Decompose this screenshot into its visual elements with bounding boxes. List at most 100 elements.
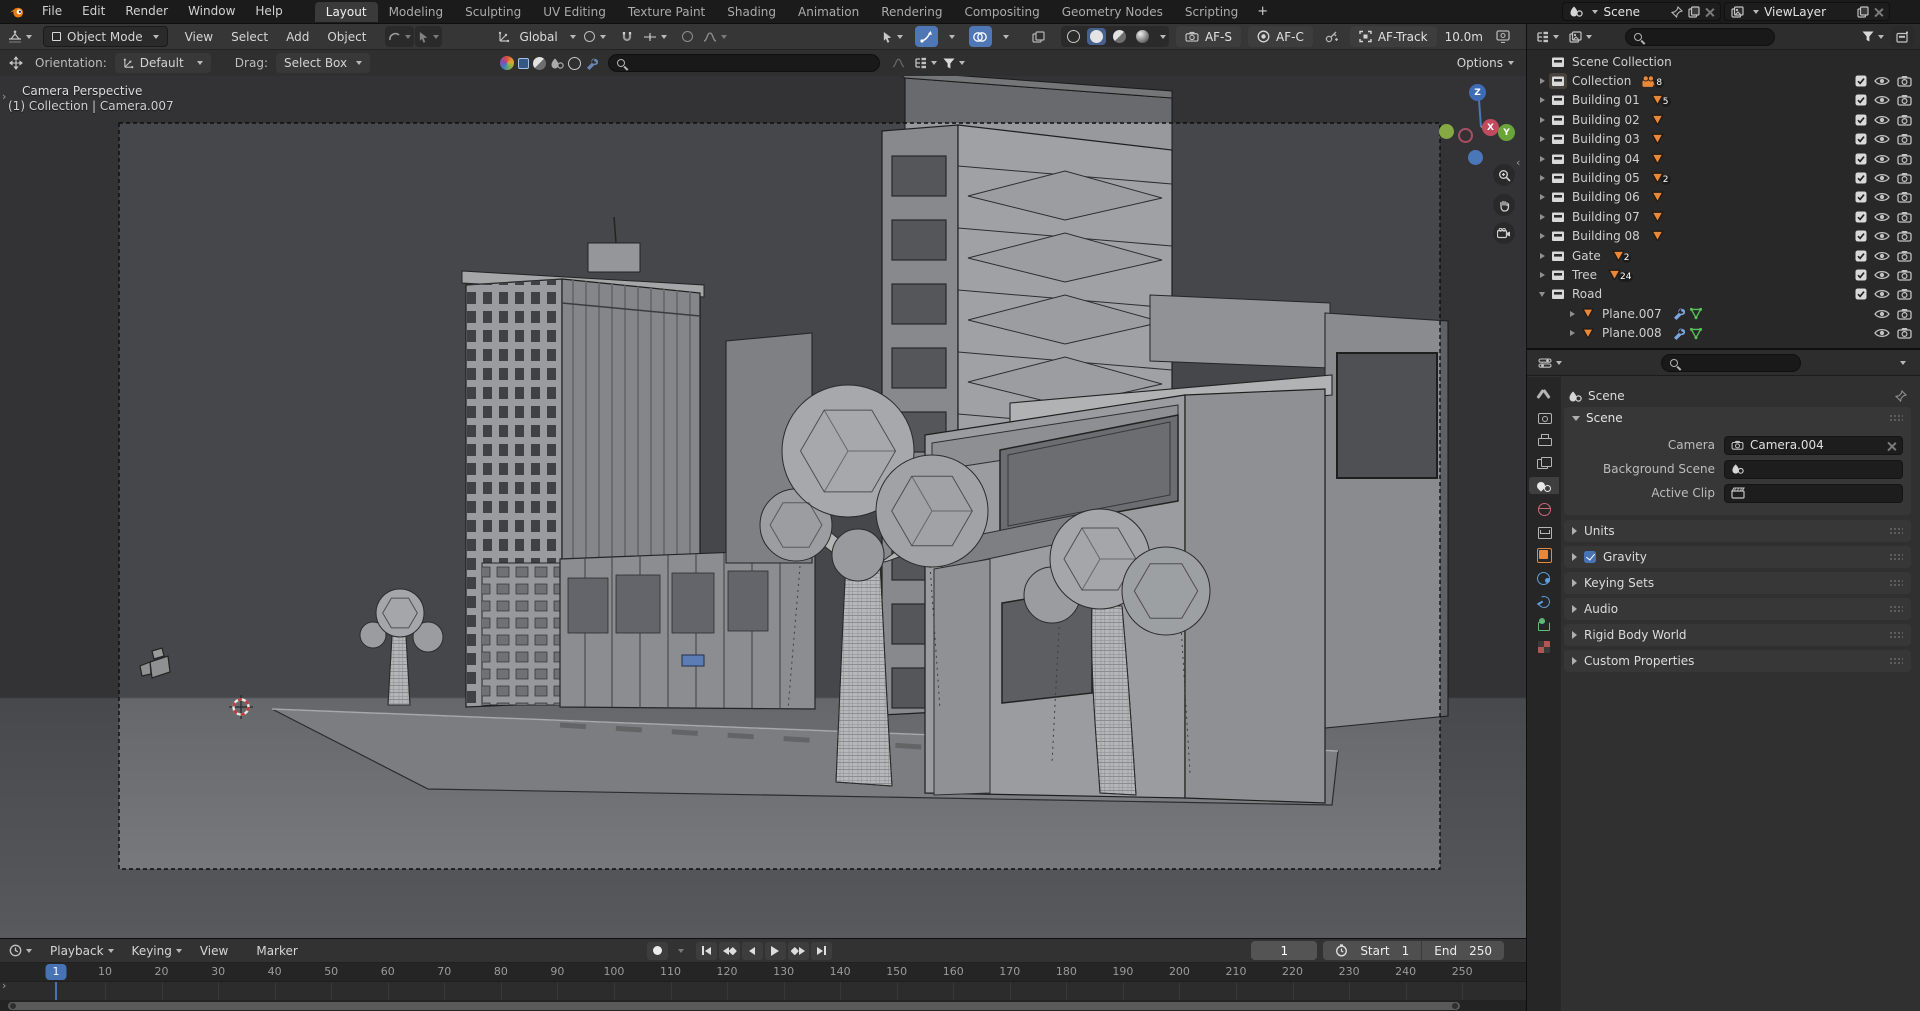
- expand-arrow-icon[interactable]: [1535, 78, 1549, 85]
- properties-section[interactable]: Gravity: [1564, 546, 1911, 568]
- play-button[interactable]: [764, 941, 786, 960]
- scene-droplets-icon[interactable]: [550, 57, 564, 70]
- expand-arrow-icon[interactable]: [1535, 252, 1549, 259]
- pivot-point-dropdown[interactable]: [583, 31, 606, 42]
- 3d-viewport[interactable]: Camera Perspective (1) Collection | Came…: [0, 76, 1526, 938]
- pan-button[interactable]: [1493, 194, 1515, 216]
- exclude-checkbox[interactable]: [1855, 114, 1867, 126]
- timeline-editor-selector[interactable]: [6, 940, 35, 961]
- drag-mode-dropdown[interactable]: Select Box: [275, 53, 371, 73]
- unlink-scene-icon[interactable]: [1705, 7, 1714, 16]
- prev-keyframe-button[interactable]: [718, 941, 740, 960]
- outliner-row[interactable]: Building 07: [1527, 207, 1920, 226]
- viewlayer-selector[interactable]: ViewLayer: [1724, 2, 1890, 21]
- outliner-filter-dropdown[interactable]: [1859, 26, 1887, 47]
- show-gizmo-dropdown[interactable]: [879, 26, 906, 47]
- exclude-checkbox[interactable]: [1855, 133, 1867, 145]
- workspace-tab[interactable]: Sculpting: [454, 2, 532, 22]
- properties-tab[interactable]: [1529, 408, 1559, 425]
- snap-toggle[interactable]: [616, 26, 639, 47]
- exclude-checkbox[interactable]: [1855, 230, 1867, 242]
- mode-selector[interactable]: Object Mode: [43, 26, 168, 47]
- properties-tab[interactable]: [1529, 477, 1559, 494]
- af-c-button[interactable]: AF-C: [1248, 26, 1313, 47]
- add-key-button[interactable]: [1320, 26, 1343, 47]
- disable-render-icon[interactable]: [1897, 172, 1912, 184]
- outliner-display-mode[interactable]: [1533, 26, 1562, 47]
- disable-render-icon[interactable]: [1897, 153, 1912, 165]
- hide-eye-icon[interactable]: [1874, 191, 1890, 203]
- expand-arrow-icon[interactable]: [1535, 233, 1549, 240]
- globe-icon[interactable]: [568, 56, 582, 70]
- expand-arrow-icon[interactable]: [1535, 271, 1549, 278]
- properties-search-input[interactable]: [1660, 353, 1801, 372]
- hide-eye-icon[interactable]: [1874, 308, 1890, 320]
- gizmo-z-axis[interactable]: Z: [1469, 84, 1486, 101]
- outliner-row[interactable]: Plane.008: [1527, 323, 1920, 342]
- scene-panel-header[interactable]: Scene: [1564, 407, 1911, 429]
- af-s-button[interactable]: AF-S: [1175, 26, 1241, 47]
- pin-icon[interactable]: [1895, 390, 1907, 402]
- hide-eye-icon[interactable]: [1874, 269, 1890, 281]
- expand-arrow-icon[interactable]: [1535, 213, 1549, 220]
- expand-arrow-icon[interactable]: [1565, 310, 1579, 317]
- properties-section[interactable]: Audio: [1564, 598, 1911, 620]
- exclude-checkbox[interactable]: [1855, 211, 1867, 223]
- gizmos-dropdown[interactable]: [939, 26, 962, 47]
- outliner-viewlayer-dropdown[interactable]: [1566, 26, 1595, 47]
- hide-eye-icon[interactable]: [1874, 94, 1890, 106]
- disable-render-icon[interactable]: [1897, 133, 1912, 145]
- exclude-checkbox[interactable]: [1855, 94, 1867, 106]
- new-collection-button[interactable]: [1891, 26, 1914, 47]
- af-track-button[interactable]: AF-Track: [1349, 26, 1437, 47]
- camera-field[interactable]: Camera.004: [1724, 435, 1903, 455]
- shading-solid-button[interactable]: [1086, 28, 1106, 45]
- workspace-tab[interactable]: Geometry Nodes: [1051, 2, 1174, 22]
- topbar-menu-item[interactable]: Render: [115, 0, 178, 23]
- end-frame-field[interactable]: End 250: [1422, 944, 1504, 958]
- outliner-row[interactable]: Building 01 5: [1527, 91, 1920, 110]
- drag-handle-icon[interactable]: [1889, 552, 1903, 562]
- start-frame-field[interactable]: Start 1: [1323, 944, 1421, 958]
- hide-eye-icon[interactable]: [1874, 211, 1890, 223]
- outliner-row[interactable]: Building 02: [1527, 110, 1920, 129]
- outliner-root-row[interactable]: Scene Collection: [1527, 52, 1920, 71]
- drag-handle-icon[interactable]: [1889, 526, 1903, 536]
- properties-tab[interactable]: [1529, 454, 1559, 471]
- workspace-tab[interactable]: Rendering: [870, 2, 953, 22]
- sidebar-toggle-icon[interactable]: ›: [2, 90, 6, 103]
- hide-eye-icon[interactable]: [1874, 250, 1890, 262]
- outliner-search-input[interactable]: [1625, 27, 1775, 46]
- workspace-tab[interactable]: Texture Paint: [617, 2, 716, 22]
- hide-eye-icon[interactable]: [1874, 153, 1890, 165]
- editor-type-selector[interactable]: [5, 26, 35, 47]
- exclude-checkbox[interactable]: [1855, 269, 1867, 281]
- exclude-checkbox[interactable]: [1855, 191, 1867, 203]
- workspace-tab[interactable]: +: [1249, 2, 1276, 22]
- properties-tab[interactable]: [1529, 546, 1559, 563]
- hide-eye-icon[interactable]: [1874, 288, 1890, 300]
- drag-handle-icon[interactable]: [1889, 413, 1903, 423]
- properties-tab[interactable]: [1529, 592, 1559, 609]
- outliner-row[interactable]: Road: [1527, 285, 1920, 304]
- timeline-menu-item[interactable]: Keying: [123, 944, 191, 958]
- properties-options-dropdown[interactable]: [1900, 360, 1906, 365]
- gizmo-x-neg[interactable]: [1458, 128, 1473, 143]
- drag-handle-icon[interactable]: [1889, 578, 1903, 588]
- material-ball-icon[interactable]: [500, 56, 515, 70]
- gizmo-x-axis[interactable]: X: [1482, 119, 1499, 136]
- clear-camera-icon[interactable]: [1887, 441, 1896, 450]
- gizmos-toggle[interactable]: [914, 26, 938, 47]
- scene-selector[interactable]: Scene: [1562, 2, 1722, 21]
- exclude-checkbox[interactable]: [1855, 250, 1867, 262]
- viewport-menu-item[interactable]: Select: [222, 30, 277, 44]
- viewport-menu-item[interactable]: Add: [277, 30, 318, 44]
- filter-list-dropdown[interactable]: [911, 53, 940, 74]
- outliner-row[interactable]: Building 03: [1527, 130, 1920, 149]
- exclude-checkbox[interactable]: [1855, 75, 1867, 87]
- screen-space-icon[interactable]: [518, 57, 530, 69]
- disable-render-icon[interactable]: [1897, 327, 1912, 339]
- properties-tab[interactable]: [1529, 431, 1559, 448]
- dof-monitor-button[interactable]: [1491, 26, 1514, 47]
- properties-tab[interactable]: [1529, 638, 1559, 655]
